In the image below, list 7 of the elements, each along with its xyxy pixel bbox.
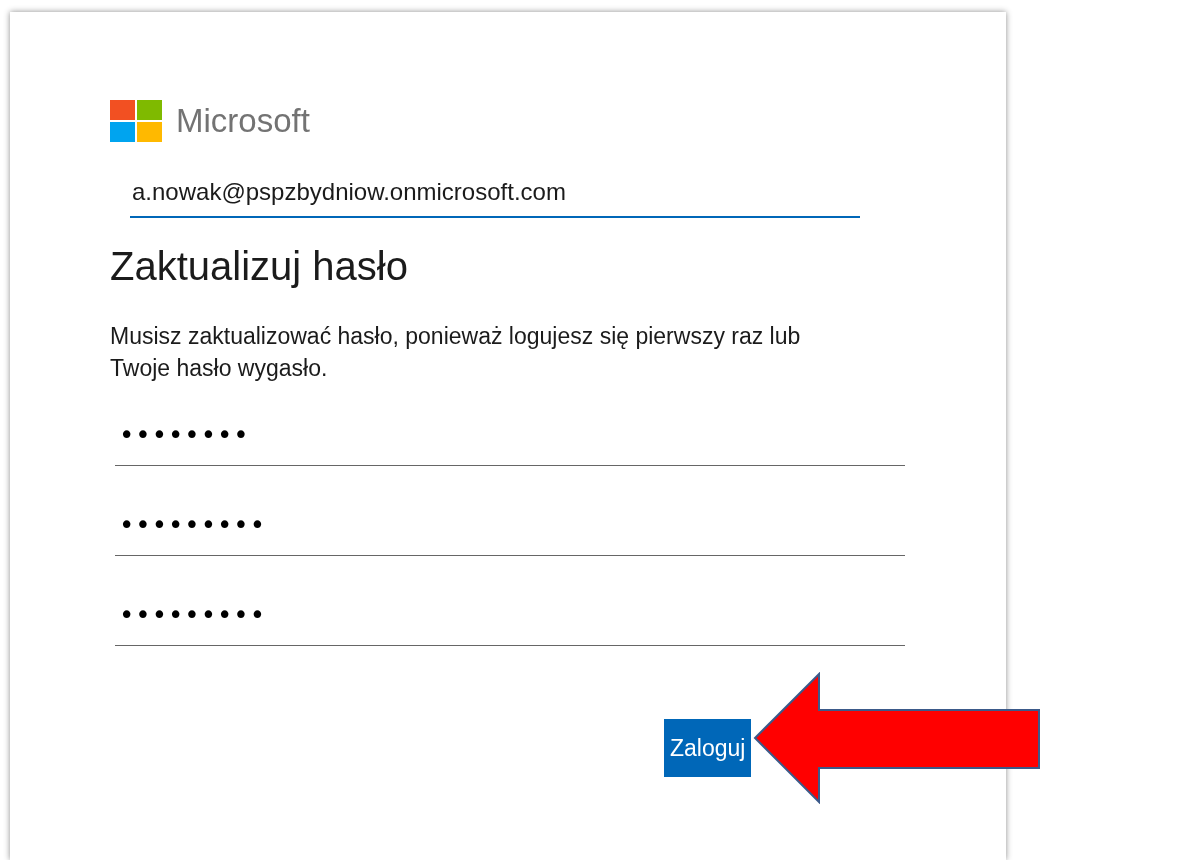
instruction-text: Musisz zaktualizować hasło, ponieważ logujesz się pierwszy raz lub Twoje hasło wygasło. [110,321,802,383]
password-field[interactable]: •••••••• [115,415,905,466]
password-field[interactable]: ••••••••• [115,505,905,556]
brand-name: Microsoft [176,101,310,141]
page-heading: Zaktualizuj hasło [110,242,409,290]
password-field[interactable]: ••••••••• [115,595,905,646]
sign-in-button[interactable]: Zaloguj [664,718,752,777]
